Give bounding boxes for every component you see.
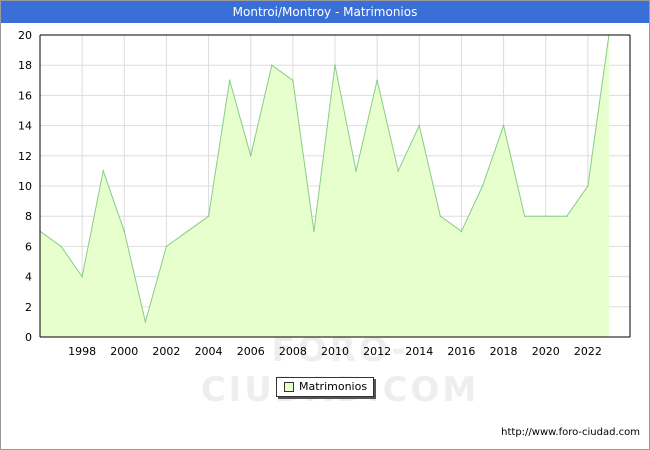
data-point bbox=[249, 155, 252, 157]
x-tick-label: 2002 bbox=[152, 345, 180, 358]
data-point bbox=[397, 170, 400, 172]
x-tick-label: 2010 bbox=[321, 345, 349, 358]
y-tick-label: 4 bbox=[25, 271, 32, 284]
data-point bbox=[292, 79, 294, 82]
y-tick-labels: 0 2 4 6 8 10 12 14 16 18 20 bbox=[18, 29, 32, 344]
source-url[interactable]: http://www.foro-ciudad.com bbox=[501, 427, 640, 438]
y-tick-label: 0 bbox=[25, 331, 32, 344]
y-tick-label: 20 bbox=[18, 29, 32, 42]
y-tick-label: 10 bbox=[18, 180, 32, 193]
legend-label: Matrimonios bbox=[299, 380, 368, 393]
y-tick-label: 16 bbox=[18, 89, 32, 102]
data-point bbox=[355, 170, 357, 172]
y-tick-label: 18 bbox=[18, 59, 32, 72]
data-point bbox=[460, 230, 463, 233]
data-point bbox=[207, 215, 210, 217]
data-point bbox=[334, 64, 336, 66]
data-point bbox=[502, 124, 505, 127]
x-tick-label: 2006 bbox=[237, 345, 265, 358]
x-tick-label: 2004 bbox=[195, 345, 223, 358]
data-point bbox=[313, 230, 315, 233]
data-point bbox=[439, 215, 442, 217]
data-point bbox=[60, 245, 62, 248]
legend-swatch bbox=[284, 382, 294, 392]
x-tick-label: 2018 bbox=[490, 345, 518, 358]
legend: Matrimonios bbox=[276, 377, 374, 397]
data-point bbox=[81, 275, 83, 278]
data-point bbox=[165, 245, 168, 248]
x-tick-label: 2020 bbox=[532, 345, 560, 358]
x-tick-label: 2014 bbox=[405, 345, 433, 358]
data-point bbox=[186, 230, 189, 233]
y-tick-label: 14 bbox=[18, 120, 32, 133]
data-point bbox=[270, 64, 273, 66]
data-point bbox=[544, 215, 547, 217]
data-point bbox=[565, 215, 568, 217]
x-tick-labels: 1998 2000 2002 2004 2006 2008 2010 2012 2014 2016… bbox=[68, 345, 602, 358]
y-tick-label: 6 bbox=[25, 240, 32, 253]
data-point bbox=[123, 230, 126, 233]
data-point bbox=[144, 321, 147, 323]
data-point bbox=[418, 124, 421, 127]
data-point bbox=[228, 79, 231, 82]
x-tick-label: 1998 bbox=[68, 345, 96, 358]
x-tick-label: 2000 bbox=[110, 345, 138, 358]
data-point bbox=[523, 215, 526, 217]
y-tick-label: 2 bbox=[25, 301, 32, 314]
x-tick-label: 2016 bbox=[447, 345, 475, 358]
y-tick-label: 8 bbox=[25, 210, 32, 223]
data-point bbox=[481, 185, 484, 187]
data-point bbox=[102, 170, 105, 172]
data-point bbox=[376, 79, 378, 82]
y-tick-label: 12 bbox=[18, 150, 32, 163]
x-tick-label: 2008 bbox=[279, 345, 307, 358]
x-tick-label: 2022 bbox=[574, 345, 602, 358]
x-tick-label: 2012 bbox=[363, 345, 391, 358]
data-point bbox=[587, 185, 589, 187]
